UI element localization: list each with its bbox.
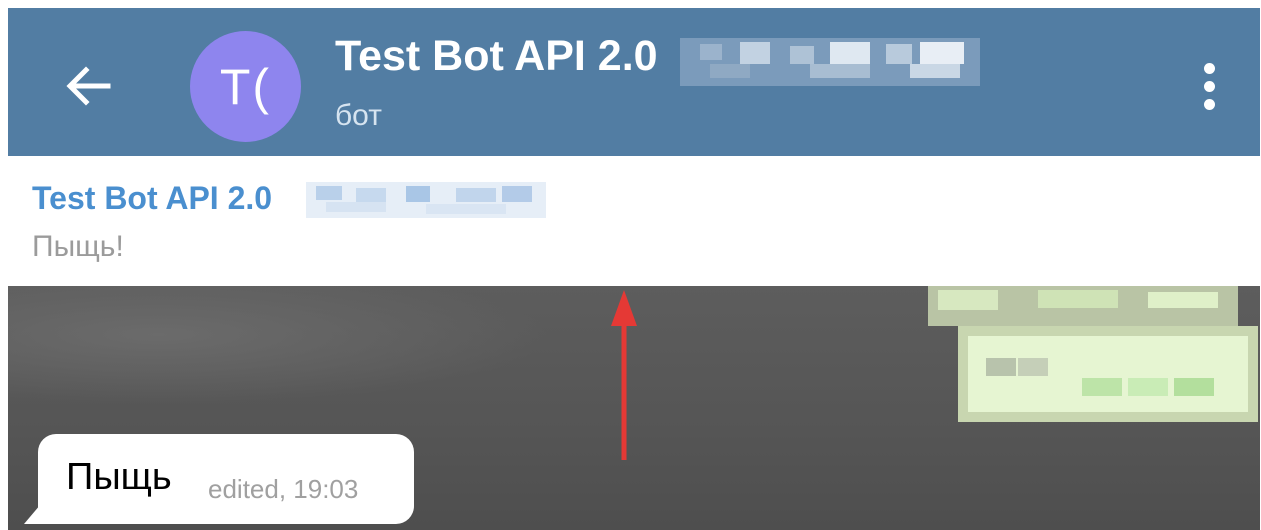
pinned-message-bar[interactable]: Test Bot API 2.0 Пыщь!: [8, 156, 1260, 286]
chat-header: T( Test Bot API 2.0 бот: [8, 8, 1260, 156]
avatar[interactable]: T(: [190, 31, 301, 142]
avatar-initials: T(: [219, 58, 272, 115]
pixelation-block: [306, 182, 546, 218]
back-arrow-icon[interactable]: [60, 58, 116, 114]
message-meta: edited, 19:03: [208, 474, 359, 504]
redacted-title-suffix: [680, 38, 980, 86]
message-bubble[interactable]: Пыщь edited, 19:03: [38, 434, 414, 524]
chat-title[interactable]: Test Bot API 2.0: [335, 32, 658, 81]
chat-subtitle: бот: [335, 99, 382, 132]
message-text: Пыщь: [66, 456, 172, 498]
pinned-message-text: Пыщь!: [32, 230, 124, 263]
redacted-pinned-suffix: [306, 182, 546, 218]
pinned-message-title: Test Bot API 2.0: [32, 180, 273, 216]
pixelation-block: [680, 38, 980, 86]
chat-area: Пыщь edited, 19:03: [8, 286, 1260, 530]
more-vertical-icon[interactable]: [1195, 63, 1223, 115]
